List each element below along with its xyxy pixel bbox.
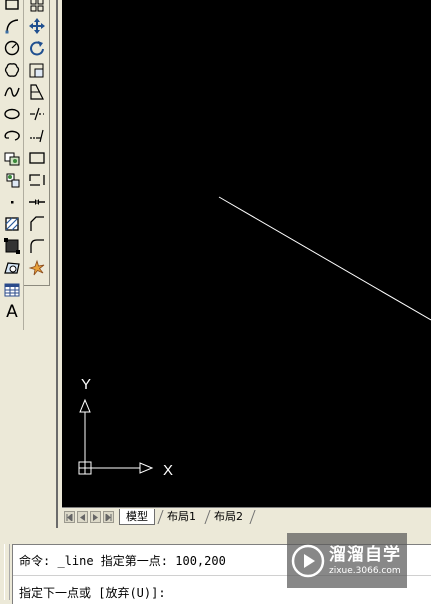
trim-icon[interactable] [26,104,48,124]
polyline-icon[interactable] [1,0,23,14]
revision-cloud-icon[interactable] [1,60,23,80]
extend-icon[interactable] [26,126,48,146]
watermark-logo-icon [291,544,325,577]
tab-layout1[interactable]: 布局1 [161,509,202,525]
break-at-point-icon[interactable] [26,148,48,168]
command-prompt-line[interactable]: 指定下一点或 [放弃(U)]: [19,584,166,601]
layout-tabs-bar: 模型 布局1 布局2 [62,507,431,526]
command-history-line: 命令: _line 指定第一点: 100,200 [19,554,226,568]
ellipse-arc-icon[interactable] [1,126,23,146]
toolbar-dock-background [0,330,58,530]
ucs-icon [78,398,154,475]
watermark-url: zixue.3066.com [329,565,401,576]
move-icon[interactable] [26,16,48,36]
command-window-grip[interactable] [4,544,10,600]
tab-model[interactable]: 模型 [119,509,155,525]
chamfer-icon[interactable] [26,214,48,234]
first-tab-button[interactable] [64,511,75,523]
next-tab-button[interactable] [90,511,101,523]
spline-icon[interactable] [1,82,23,102]
insert-block-icon[interactable] [1,148,23,168]
last-tab-button[interactable] [103,511,114,523]
drawing-canvas[interactable]: Y X [62,0,431,507]
make-block-icon[interactable] [1,170,23,190]
modify-toolbar [24,0,50,286]
gradient-icon[interactable] [1,236,23,256]
hatch-icon[interactable] [1,214,23,234]
table-icon[interactable] [1,280,23,300]
ucs-y-label: Y [81,376,91,393]
region-icon[interactable] [1,258,23,278]
prev-tab-button[interactable] [77,511,88,523]
rotate-icon[interactable] [26,38,48,58]
watermark-title: 溜溜自学 [329,544,401,565]
ellipse-icon[interactable] [1,104,23,124]
watermark: 溜溜自学 zixue.3066.com [287,533,407,588]
circle-icon[interactable] [1,38,23,58]
break-icon[interactable] [26,170,48,190]
join-icon[interactable] [26,192,48,212]
scale-icon[interactable] [26,60,48,80]
draw-toolbar: A [0,0,24,330]
multiline-text-icon[interactable]: A [1,302,23,322]
drawn-line [218,196,431,321]
stretch-icon[interactable] [26,82,48,102]
toolbar-dock-background [24,286,58,330]
array-icon[interactable] [26,0,48,14]
ucs-x-label: X [163,462,173,479]
arc-icon[interactable] [1,16,23,36]
point-icon[interactable] [1,192,23,212]
tab-separator [249,510,256,524]
fillet-icon[interactable] [26,236,48,256]
explode-icon[interactable] [26,258,48,278]
tab-layout2[interactable]: 布局2 [208,509,249,525]
